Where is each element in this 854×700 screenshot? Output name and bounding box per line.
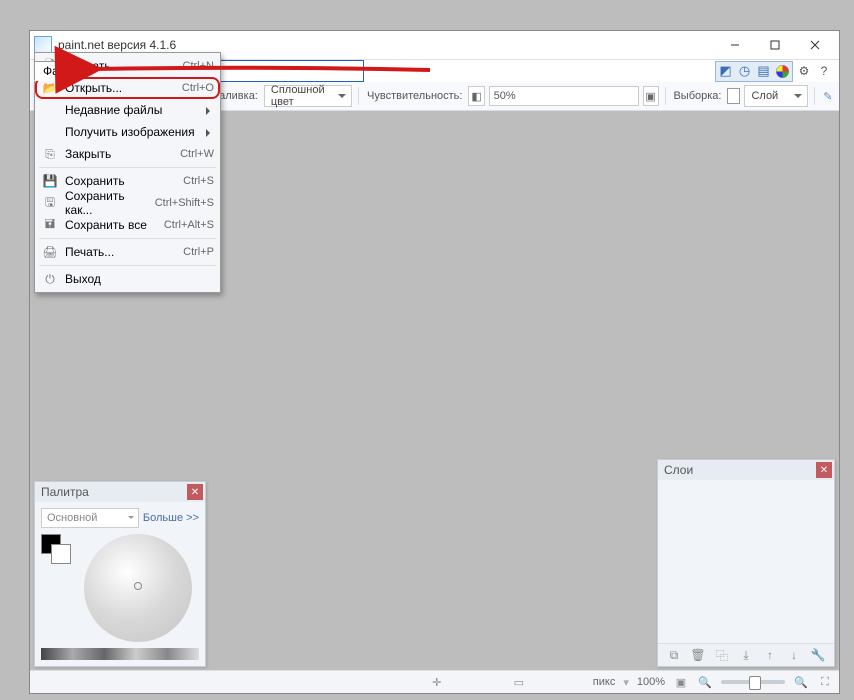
menu-save-all[interactable]: 🖬 Сохранить все Ctrl+Alt+S [35, 214, 220, 236]
statusbar: ✛ ▭ пикс ▾ 100% ▣ 🔍 🔍 ⛶ [30, 670, 839, 693]
print-icon: 🖨 [41, 243, 59, 261]
settings-icon[interactable]: ⚙ [795, 62, 813, 80]
menubar-right: ◩ ◷ ▤ ⚙ ? [715, 60, 833, 82]
close-button[interactable] [795, 34, 835, 56]
menu-exit[interactable]: ⏻ Выход [35, 268, 220, 290]
fullscreen-icon[interactable]: ⛶ [817, 674, 833, 690]
menu-file[interactable]: Файл [34, 61, 82, 81]
minimize-button[interactable] [715, 34, 755, 56]
color-swatches[interactable] [41, 534, 71, 562]
layer-dup-icon[interactable]: ⿻ [714, 647, 730, 663]
expand-button[interactable]: ▣ [643, 86, 659, 106]
save-as-icon: 🖫 [41, 194, 59, 212]
curve-icon[interactable]: ✎ [821, 87, 835, 105]
open-folder-icon: 📂 [41, 79, 59, 97]
palette-strip[interactable] [41, 648, 199, 660]
file-dropdown: 🗋 Создать... Ctrl+N 📂 Открыть... Ctrl+O … [34, 52, 221, 293]
zoom-in-icon[interactable]: 🔍 [793, 674, 809, 690]
selection-select[interactable]: Слой [744, 85, 808, 107]
zoom-value: 100% [637, 676, 665, 688]
layer-props-icon[interactable]: 🔧 [810, 647, 826, 663]
wheel-cursor-icon [134, 582, 142, 590]
menu-separator [39, 238, 216, 239]
layers-panel[interactable]: Слои ✕ ⧉ 🗑 ⿻ ⤓ ↑ ↓ 🔧 [657, 459, 835, 667]
zoom-fit-icon[interactable]: ▣ [673, 674, 689, 690]
secondary-swatch[interactable] [51, 544, 71, 564]
help-icon[interactable]: ? [815, 62, 833, 80]
palette-primary-select[interactable]: Основной [41, 508, 139, 528]
panel-toggles: ◩ ◷ ▤ [715, 61, 793, 82]
menu-recent[interactable]: Недавние файлы [35, 99, 220, 121]
menu-close[interactable]: ⎘ Закрыть Ctrl+W [35, 143, 220, 165]
history-toggle-icon[interactable]: ◷ [735, 62, 754, 81]
palette-more-link[interactable]: Больше >> [143, 512, 199, 524]
submenu-arrow-icon [206, 129, 214, 137]
sensitivity-label: Чувствительность: [367, 90, 462, 102]
layers-close-icon[interactable]: ✕ [816, 462, 832, 478]
maximize-button[interactable] [755, 34, 795, 56]
layer-delete-icon[interactable]: 🗑 [690, 647, 706, 663]
menu-acquire[interactable]: Получить изображения [35, 121, 220, 143]
layer-add-icon[interactable]: ⧉ [666, 647, 682, 663]
layer-swatch-icon [727, 88, 740, 104]
colors-toggle-icon[interactable] [773, 62, 792, 81]
layers-toggle-icon[interactable]: ▤ [754, 62, 773, 81]
layers-list[interactable] [658, 480, 834, 643]
zoom-slider[interactable] [721, 680, 785, 684]
menu-separator [39, 167, 216, 168]
menu-separator [39, 265, 216, 266]
layers-footer: ⧉ 🗑 ⿻ ⤓ ↑ ↓ 🔧 [658, 643, 834, 666]
layer-up-icon[interactable]: ↑ [762, 647, 778, 663]
zoom-out-icon[interactable]: 🔍 [697, 674, 713, 690]
selection-label: Выборка: [673, 90, 721, 102]
color-wheel[interactable] [84, 534, 192, 642]
layers-title: Слои ✕ [658, 460, 834, 480]
window-title: paint.net версия 4.1.6 [58, 38, 715, 52]
palette-close-icon[interactable]: ✕ [187, 484, 203, 500]
palette-title: Палитра ✕ [35, 482, 205, 502]
cursor-pos-icon: ✛ [429, 674, 445, 690]
tools-toggle-icon[interactable]: ◩ [716, 62, 735, 81]
exit-icon: ⏻ [41, 270, 59, 288]
window-frame: paint.net версия 4.1.6 Файл ◩ ◷ ▤ [29, 30, 840, 694]
sensitivity-input[interactable] [489, 86, 639, 106]
layer-merge-icon[interactable]: ⤓ [738, 647, 754, 663]
fill-select[interactable]: Сплошной цвет [264, 85, 352, 107]
submenu-arrow-icon [206, 107, 214, 115]
app-window: paint.net версия 4.1.6 Файл ◩ ◷ ▤ [0, 0, 854, 700]
slider-thumb[interactable] [749, 676, 761, 690]
menu-save-as[interactable]: 🖫 Сохранить как... Ctrl+Shift+S [35, 192, 220, 214]
close-doc-icon: ⎘ [41, 145, 59, 163]
save-icon: 💾 [41, 172, 59, 190]
unit-label[interactable]: пикс [593, 676, 616, 688]
layer-down-icon[interactable]: ↓ [786, 647, 802, 663]
sensitivity-button[interactable]: ◧ [468, 86, 484, 106]
menu-print[interactable]: 🖨 Печать... Ctrl+P [35, 241, 220, 263]
palette-panel[interactable]: Палитра ✕ Основной Больше >> [34, 481, 206, 667]
save-all-icon: 🖬 [41, 216, 59, 234]
size-icon: ▭ [511, 674, 527, 690]
window-controls [715, 34, 835, 56]
